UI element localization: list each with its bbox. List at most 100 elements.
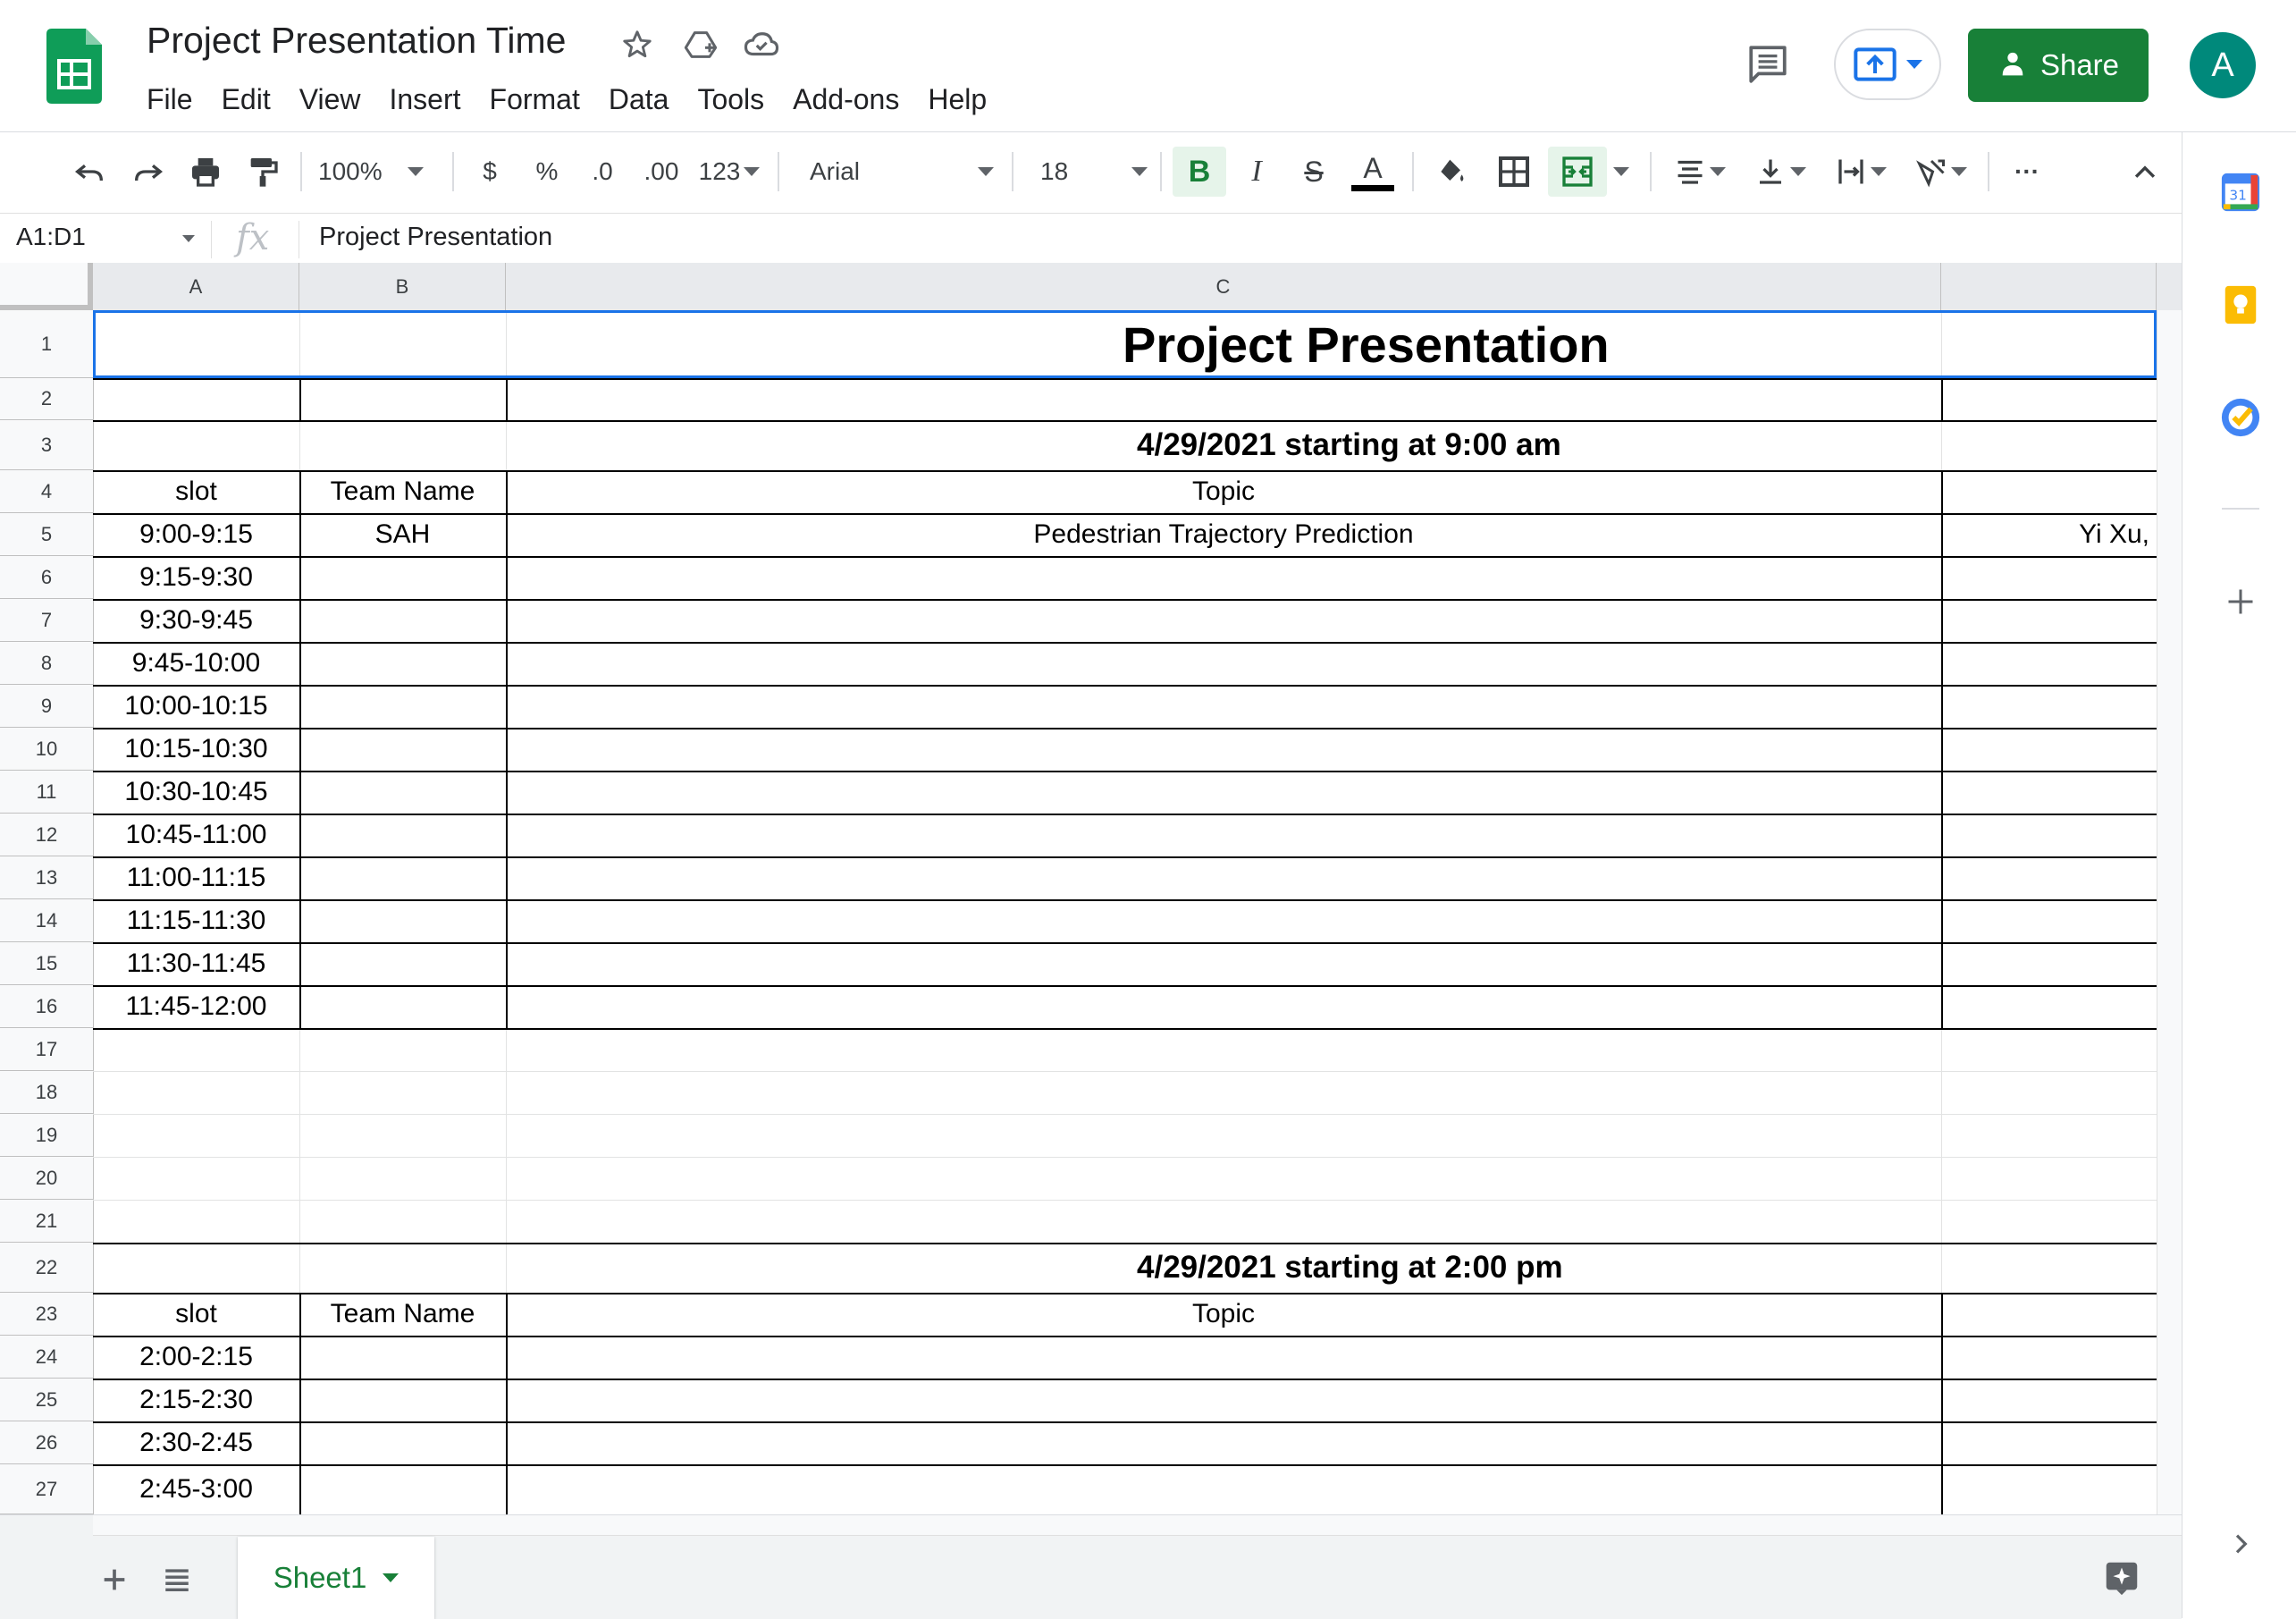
col-label-slot[interactable]: slot — [93, 1293, 299, 1336]
team-name-cell[interactable] — [299, 985, 506, 1028]
present-button[interactable] — [1834, 29, 1941, 100]
row-header-24[interactable]: 24 — [0, 1336, 93, 1379]
italic-button[interactable]: I — [1232, 147, 1282, 197]
members-cell[interactable] — [1941, 1464, 2157, 1514]
redo-icon[interactable] — [123, 147, 173, 197]
members-cell[interactable] — [1941, 1379, 2157, 1421]
team-name-cell[interactable] — [299, 1336, 506, 1379]
slot-cell[interactable]: 9:30-9:45 — [93, 599, 299, 642]
col-label-slot[interactable]: slot — [93, 470, 299, 513]
row-header-22[interactable]: 22 — [0, 1243, 93, 1293]
topic-cell[interactable]: Pedestrian Trajectory Prediction — [506, 513, 1941, 556]
menu-edit[interactable]: Edit — [207, 79, 285, 120]
topic-cell[interactable] — [506, 642, 1941, 685]
slot-cell[interactable]: 2:00-2:15 — [93, 1336, 299, 1379]
formula-input[interactable]: Project Presentation — [319, 223, 552, 252]
team-name-cell[interactable] — [299, 1379, 506, 1421]
members-cell[interactable] — [1941, 1336, 2157, 1379]
row-header-7[interactable]: 7 — [0, 599, 93, 642]
team-name-cell[interactable] — [299, 899, 506, 942]
menu-tools[interactable]: Tools — [683, 79, 778, 120]
members-cell[interactable] — [1941, 771, 2157, 814]
add-sheet-icon[interactable] — [89, 1555, 139, 1605]
share-button[interactable]: Share — [1968, 29, 2149, 102]
topic-cell[interactable] — [506, 1336, 1941, 1379]
team-name-cell[interactable] — [299, 556, 506, 599]
slot-cell[interactable]: 9:15-9:30 — [93, 556, 299, 599]
comment-history-button[interactable] — [1738, 38, 1797, 91]
team-name-cell[interactable] — [299, 1421, 506, 1464]
font-family-select[interactable]: Arial — [810, 147, 994, 197]
calendar-icon[interactable]: 31 — [2218, 170, 2263, 215]
vertical-scrollbar[interactable] — [2157, 310, 2182, 1514]
members-cell[interactable] — [1941, 942, 2157, 985]
team-name-cell[interactable] — [299, 599, 506, 642]
topic-cell[interactable] — [506, 599, 1941, 642]
increase-decimal-button[interactable]: .00 — [633, 147, 690, 197]
undo-icon[interactable] — [64, 147, 114, 197]
topic-cell[interactable] — [506, 985, 1941, 1028]
team-name-cell[interactable] — [299, 642, 506, 685]
topic-cell[interactable] — [506, 856, 1941, 899]
topic-cell[interactable] — [506, 1464, 1941, 1514]
row-header-18[interactable]: 18 — [0, 1071, 93, 1114]
row-header-16[interactable]: 16 — [0, 985, 93, 1028]
row-header-27[interactable]: 27 — [0, 1464, 93, 1514]
slot-cell[interactable]: 9:45-10:00 — [93, 642, 299, 685]
menu-file[interactable]: File — [132, 79, 207, 120]
row-header-21[interactable]: 21 — [0, 1200, 93, 1243]
members-cell[interactable] — [1941, 599, 2157, 642]
team-name-cell[interactable] — [299, 814, 506, 856]
row-header-11[interactable]: 11 — [0, 771, 93, 814]
members-cell[interactable] — [1941, 1421, 2157, 1464]
session-header-am[interactable]: 4/29/2021 starting at 9:00 am — [93, 420, 2157, 470]
zoom-select[interactable]: 100% — [318, 147, 443, 197]
column-header-a[interactable]: A — [93, 263, 299, 310]
row-header-20[interactable]: 20 — [0, 1157, 93, 1200]
print-icon[interactable] — [181, 147, 231, 197]
members-cell[interactable] — [1941, 642, 2157, 685]
font-size-select[interactable]: 18 — [1040, 147, 1148, 197]
collapse-chevron-up-icon[interactable] — [2120, 147, 2170, 197]
expand-panel-chevron-icon[interactable] — [2218, 1522, 2263, 1566]
row-header-8[interactable]: 8 — [0, 642, 93, 685]
slot-cell[interactable]: 11:30-11:45 — [93, 942, 299, 985]
slot-cell[interactable]: 10:45-11:00 — [93, 814, 299, 856]
slot-cell[interactable]: 2:30-2:45 — [93, 1421, 299, 1464]
bold-button[interactable]: B — [1173, 147, 1226, 197]
team-name-cell[interactable] — [299, 685, 506, 728]
topic-cell[interactable] — [506, 728, 1941, 771]
decrease-decimal-button[interactable]: .0 — [577, 147, 627, 197]
team-name-cell[interactable] — [299, 942, 506, 985]
members-cell[interactable]: Yi Xu, — [1941, 513, 2157, 556]
paint-format-icon[interactable] — [238, 147, 288, 197]
col-label-team[interactable]: Team Name — [299, 470, 506, 513]
cloud-saved-icon[interactable] — [740, 23, 783, 66]
fill-color-icon[interactable] — [1426, 147, 1476, 197]
horizontal-scrollbar[interactable] — [93, 1515, 2182, 1536]
slot-cell[interactable]: 10:00-10:15 — [93, 685, 299, 728]
horizontal-align-icon[interactable] — [1666, 147, 1734, 197]
explore-icon[interactable] — [2097, 1553, 2147, 1603]
members-cell[interactable] — [1941, 899, 2157, 942]
account-avatar[interactable]: A — [2190, 32, 2256, 98]
row-header-25[interactable]: 25 — [0, 1379, 93, 1421]
get-add-ons-plus-icon[interactable] — [2218, 579, 2263, 624]
column-header-b[interactable]: B — [299, 263, 506, 310]
team-name-cell[interactable] — [299, 1464, 506, 1514]
team-name-cell[interactable] — [299, 728, 506, 771]
members-cell[interactable] — [1941, 814, 2157, 856]
vertical-align-icon[interactable] — [1746, 147, 1814, 197]
menu-format[interactable]: Format — [475, 79, 594, 120]
team-name-cell[interactable] — [299, 856, 506, 899]
borders-icon[interactable] — [1489, 147, 1539, 197]
name-box[interactable]: A1:D1 — [16, 223, 86, 251]
currency-format-button[interactable]: $ — [465, 147, 515, 197]
slot-cell[interactable]: 10:30-10:45 — [93, 771, 299, 814]
merge-options-chevron-icon[interactable] — [1609, 147, 1634, 197]
topic-cell[interactable] — [506, 1379, 1941, 1421]
col-label-team[interactable]: Team Name — [299, 1293, 506, 1336]
team-name-cell[interactable] — [299, 771, 506, 814]
row-header-19[interactable]: 19 — [0, 1114, 93, 1157]
col-label-topic[interactable]: Topic — [506, 1293, 1941, 1336]
